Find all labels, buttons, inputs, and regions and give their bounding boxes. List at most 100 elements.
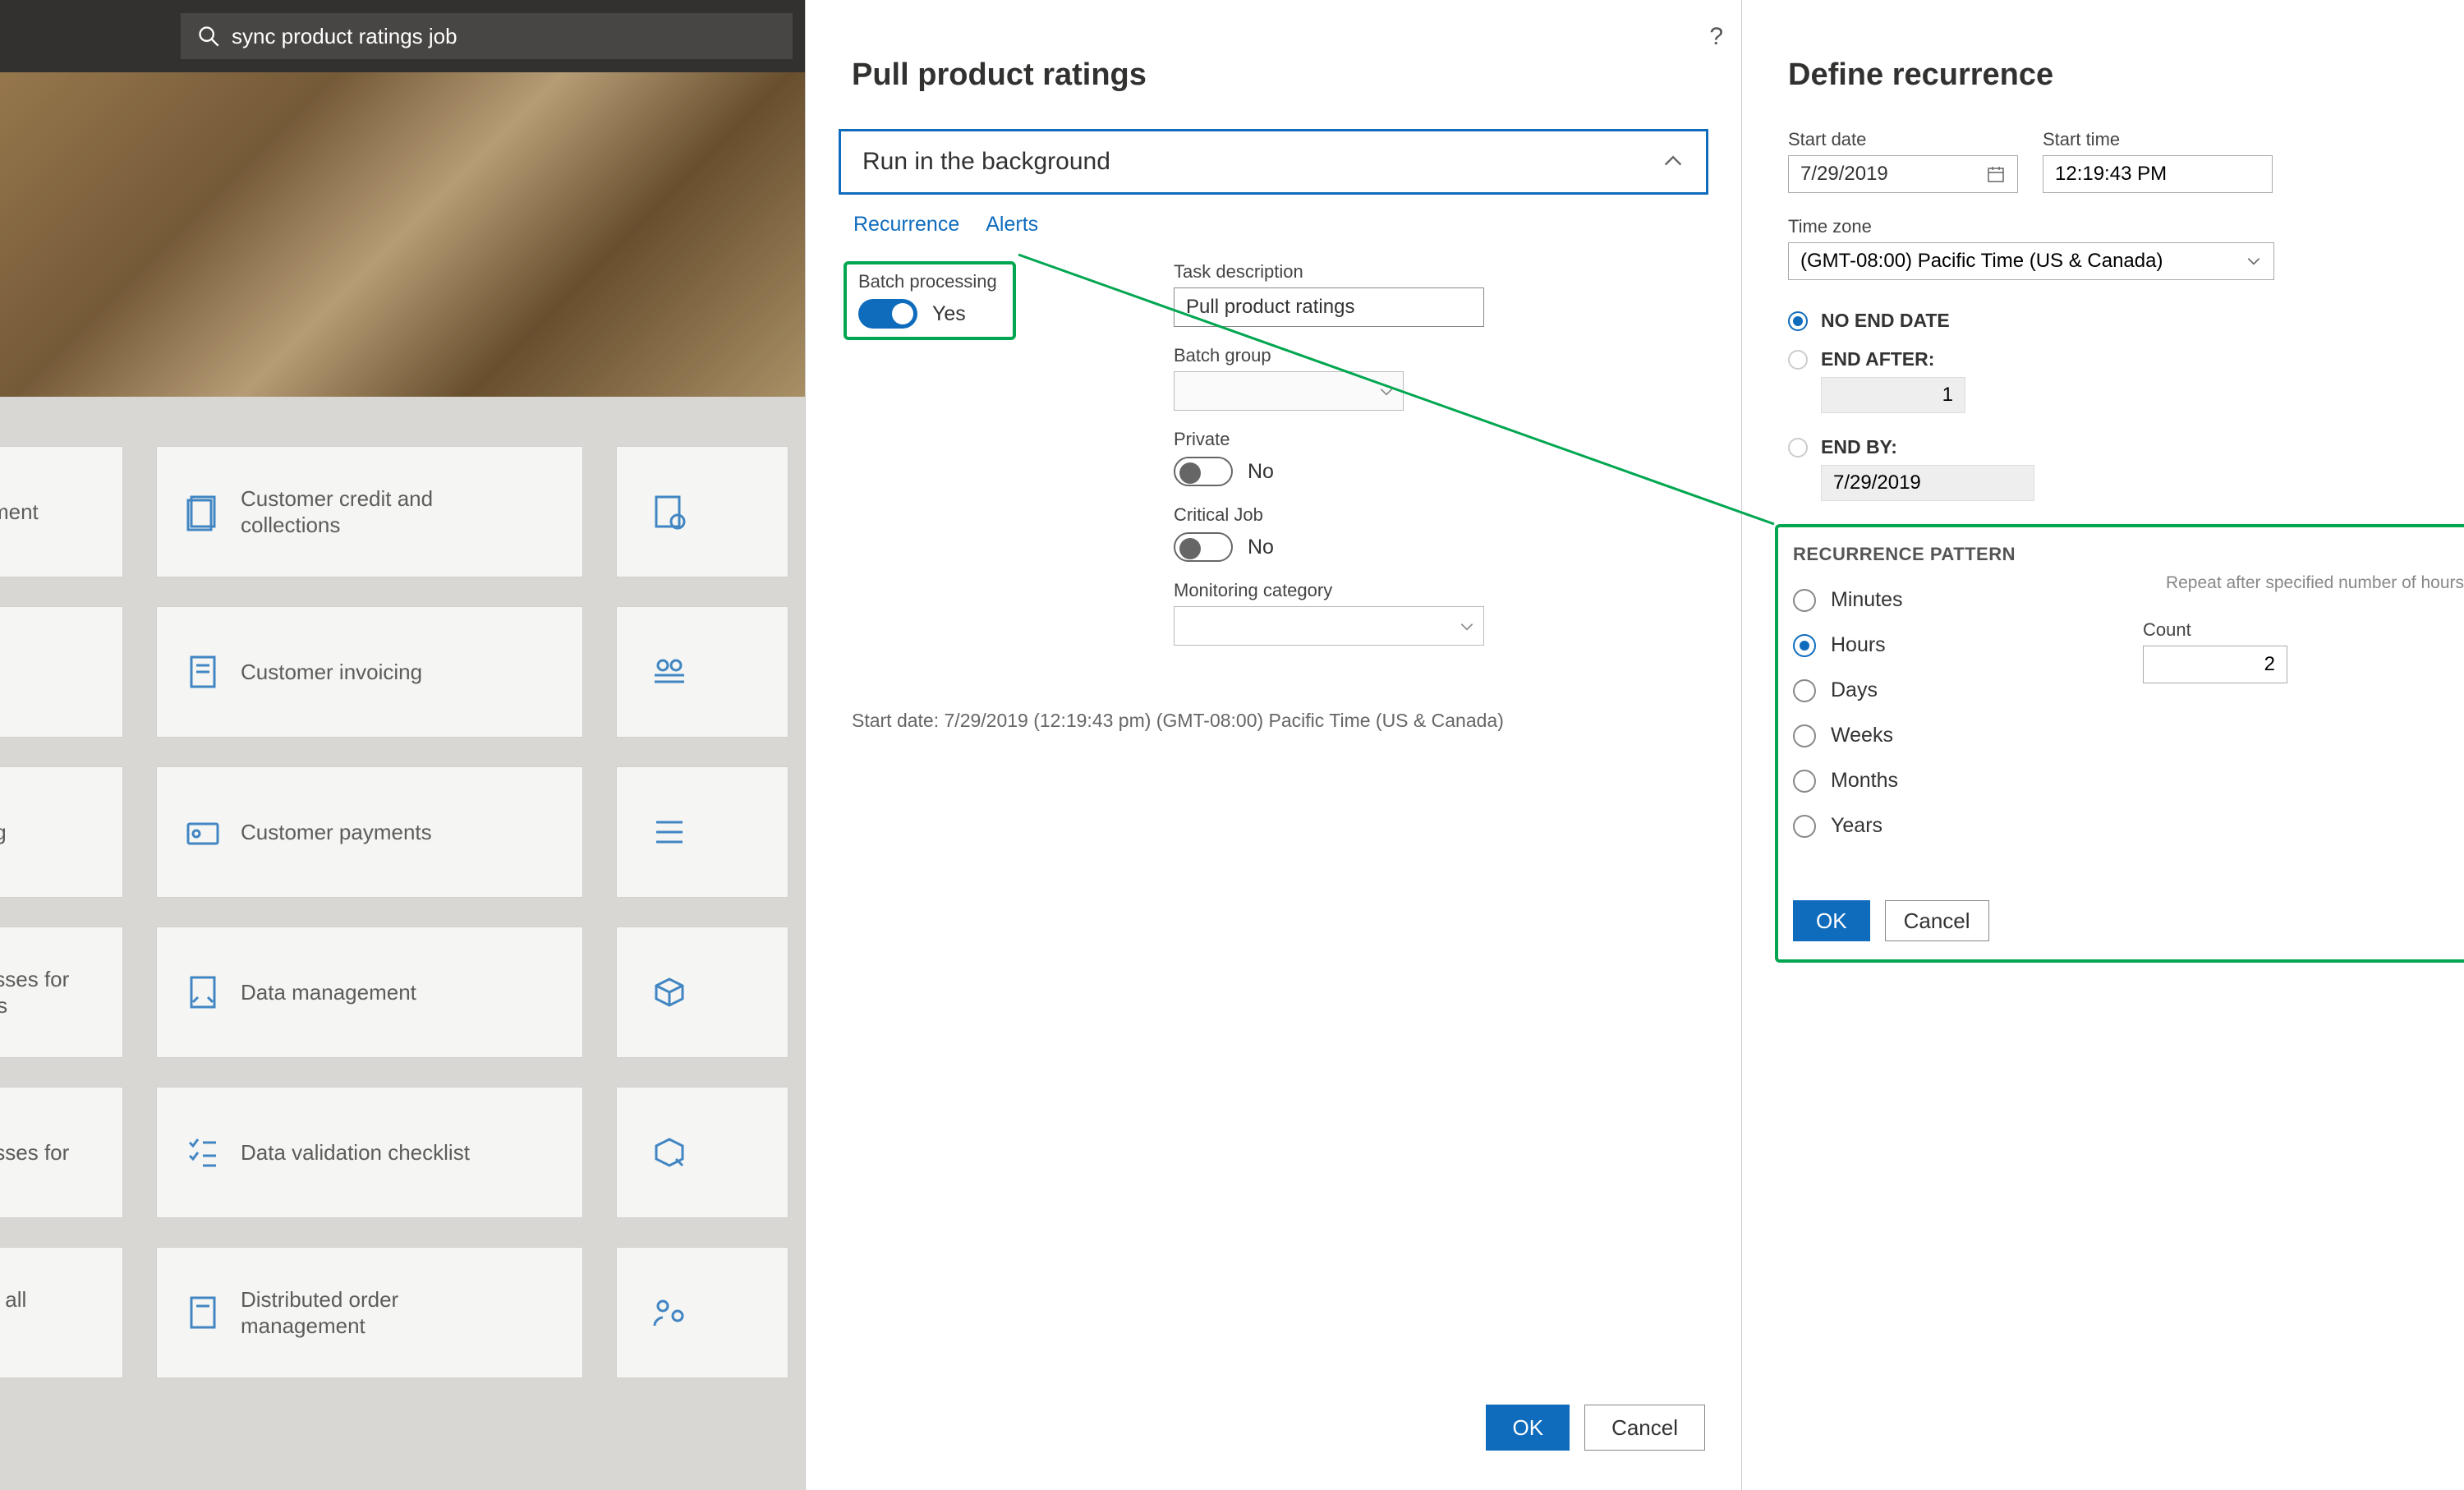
starttime-value: 12:19:43 PM xyxy=(2055,163,2167,186)
tab-alerts[interactable]: Alerts xyxy=(986,213,1038,237)
tz-value: (GMT-08:00) Pacific Time (US & Canada) xyxy=(1800,250,2163,273)
repeat-note: Repeat after specified number of hours xyxy=(2166,573,2464,593)
unit-months-radio[interactable] xyxy=(1793,770,1816,793)
no-end-radio[interactable] xyxy=(1788,311,1808,331)
tile-col3-0[interactable] xyxy=(616,446,788,577)
tz-label: Time zone xyxy=(1788,216,1872,237)
tile-data-management[interactable]: Data management xyxy=(156,927,583,1058)
tile-col3-4[interactable] xyxy=(616,1087,788,1218)
timezone-select[interactable]: (GMT-08:00) Pacific Time (US & Canada) xyxy=(1788,242,2274,280)
box-arrow-icon xyxy=(650,1133,689,1172)
tile-management[interactable]: management xyxy=(0,446,123,577)
end-after-label: END AFTER: xyxy=(1821,348,1934,370)
task-label: Task description xyxy=(1174,261,1494,283)
monitor-category-select[interactable] xyxy=(1174,606,1484,646)
batch-toggle[interactable] xyxy=(858,299,917,329)
group-label: Batch group xyxy=(1174,345,1494,366)
cancel-button[interactable]: Cancel xyxy=(1584,1405,1705,1451)
recurrence-title: Define recurrence xyxy=(1788,57,2464,93)
tile-col3-2[interactable] xyxy=(616,766,788,898)
private-label: Private xyxy=(1174,429,1494,450)
people2-icon xyxy=(650,1293,689,1332)
critical-toggle[interactable] xyxy=(1174,532,1233,562)
end-by-input[interactable]: 7/29/2019 xyxy=(1821,465,2034,501)
tile-planning[interactable]: t planning xyxy=(0,766,123,898)
section-label: Run in the background xyxy=(862,148,1110,176)
data-mgmt-icon xyxy=(183,973,223,1012)
people-icon xyxy=(650,652,689,692)
search-text: sync product ratings job xyxy=(232,24,457,49)
help-icon[interactable]: ? xyxy=(1709,23,1723,51)
unit-days-radio[interactable] xyxy=(1793,679,1816,702)
unit-weeks-label: Weeks xyxy=(1831,724,1893,747)
end-by-radio[interactable] xyxy=(1788,438,1808,458)
box-icon xyxy=(650,973,689,1012)
end-after-radio[interactable] xyxy=(1788,350,1808,370)
end-by-label: END BY: xyxy=(1821,436,1897,458)
chevron-up-icon xyxy=(1662,150,1685,173)
tile-data-validation[interactable]: Data validation checklist xyxy=(156,1087,583,1218)
tile-grid: management Customer credit and collectio… xyxy=(0,397,805,1378)
recurrence-pattern-group: RECURRENCE PATTERN Repeat after specifie… xyxy=(1775,524,2464,963)
start-date-info: Start date: 7/29/2019 (12:19:43 pm) (GMT… xyxy=(852,710,1504,732)
unit-hours-label: Hours xyxy=(1831,633,1886,657)
startdate-value: 7/29/2019 xyxy=(1800,163,1888,186)
private-toggle[interactable] xyxy=(1174,457,1233,486)
backdrop-workspace: management Customer credit and collectio… xyxy=(0,72,805,1490)
starttime-label: Start time xyxy=(2043,129,2273,150)
form-right-column: Task description Batch group Private No … xyxy=(1174,261,1494,664)
unit-days-label: Days xyxy=(1831,678,1878,702)
unit-years-radio[interactable] xyxy=(1793,815,1816,838)
run-in-background-section[interactable]: Run in the background xyxy=(839,129,1708,195)
private-value: No xyxy=(1248,460,1274,484)
list-icon xyxy=(650,812,689,852)
tile-customer-credit[interactable]: Customer credit and collections xyxy=(156,446,583,577)
payment-icon xyxy=(183,812,223,852)
tile-ts[interactable]: ts xyxy=(0,606,123,738)
calendar-icon xyxy=(1986,164,2006,184)
ok-button[interactable]: OK xyxy=(1486,1405,1570,1451)
chevron-down-icon xyxy=(1378,384,1395,400)
unit-months-label: Months xyxy=(1831,769,1898,793)
chevron-down-icon xyxy=(1459,619,1475,635)
end-after-input[interactable]: 1 xyxy=(1821,377,1965,413)
count-label: Count xyxy=(2143,619,2191,640)
tile-col3-3[interactable] xyxy=(616,927,788,1058)
checklist-icon xyxy=(183,1133,223,1172)
unit-years-label: Years xyxy=(1831,814,1882,838)
batch-group-select[interactable] xyxy=(1174,371,1404,411)
recurrence-unit-list: Minutes Hours Days Weeks Months Years xyxy=(1793,588,2105,859)
count-input[interactable]: 2 xyxy=(2143,646,2287,683)
doc-icon xyxy=(183,492,223,531)
unit-minutes-radio[interactable] xyxy=(1793,589,1816,612)
tile-customer-invoicing[interactable]: Customer invoicing xyxy=(156,606,583,738)
pull-ratings-panel: ? Pull product ratings Run in the backgr… xyxy=(805,0,1741,1490)
critical-value: No xyxy=(1248,536,1274,559)
tile-processes-resources[interactable]: ss processes for resources xyxy=(0,927,123,1058)
define-recurrence-panel: Define recurrence Start date 7/29/2019 S… xyxy=(1741,0,2464,1490)
unit-weeks-radio[interactable] xyxy=(1793,724,1816,747)
search-box[interactable]: sync product ratings job xyxy=(181,13,793,59)
recur-cancel-button[interactable]: Cancel xyxy=(1885,900,1989,941)
invoice-icon xyxy=(183,652,223,692)
chevron-down-icon xyxy=(2246,253,2262,269)
section-tabs: Recurrence Alerts xyxy=(853,213,1741,237)
tile-processes-2[interactable]: ss processes for xyxy=(0,1087,123,1218)
tile-dom[interactable]: Distributed order management xyxy=(156,1247,583,1378)
batch-value: Yes xyxy=(932,302,966,326)
task-description-input[interactable] xyxy=(1174,287,1484,327)
recur-ok-button[interactable]: OK xyxy=(1793,900,1870,941)
starttime-input[interactable]: 12:19:43 PM xyxy=(2043,155,2273,193)
search-icon xyxy=(197,25,220,48)
hero-image xyxy=(0,72,805,397)
tile-overview-companies[interactable]: verview - all nies xyxy=(0,1247,123,1378)
startdate-input[interactable]: 7/29/2019 xyxy=(1788,155,2018,193)
tile-col3-5[interactable] xyxy=(616,1247,788,1378)
tab-recurrence[interactable]: Recurrence xyxy=(853,213,959,237)
monitor-label: Monitoring category xyxy=(1174,580,1494,601)
tile-customer-payments[interactable]: Customer payments xyxy=(156,766,583,898)
critical-label: Critical Job xyxy=(1174,504,1494,526)
tile-col3-1[interactable] xyxy=(616,606,788,738)
gear-doc-icon xyxy=(650,492,689,531)
unit-hours-radio[interactable] xyxy=(1793,634,1816,657)
